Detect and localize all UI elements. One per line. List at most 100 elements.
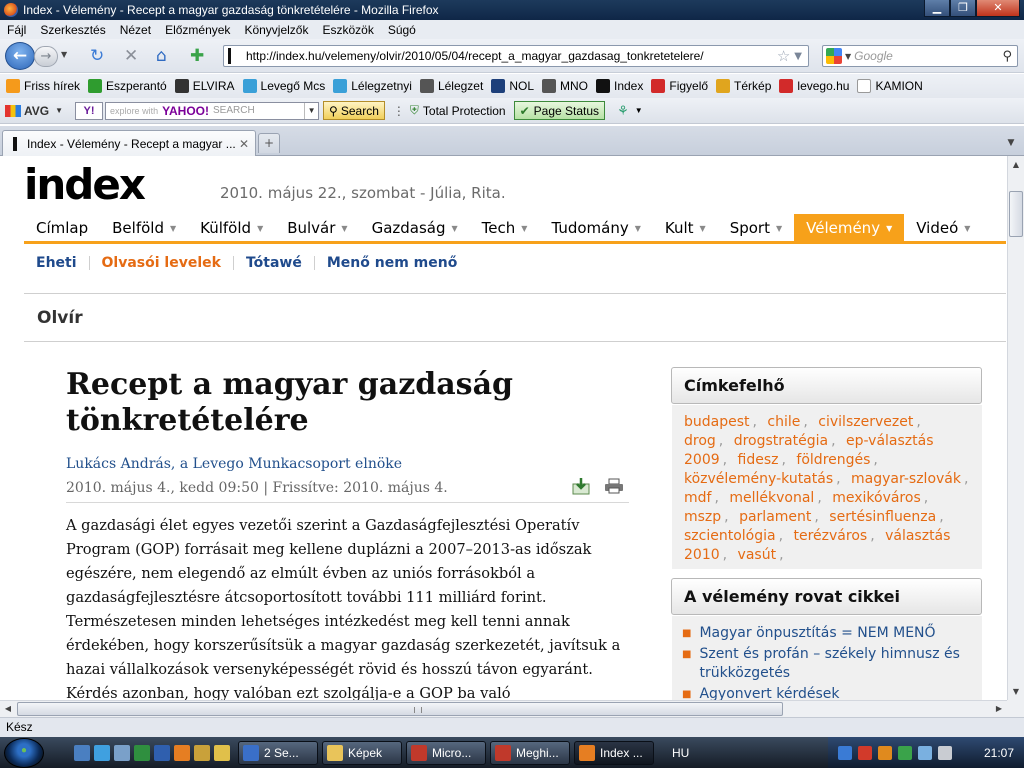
menu-file[interactable]: Fájl xyxy=(0,23,33,37)
taskbar-button[interactable]: Meghi... xyxy=(490,740,570,765)
taskbar-button[interactable]: Micro... xyxy=(406,740,486,765)
chevron-down-icon[interactable]: ▼ xyxy=(776,224,782,233)
nav-item-6[interactable]: Tudomány ▼ xyxy=(539,214,652,243)
opinion-article-item[interactable]: ■ Szent és profán – székely himnusz és tr… xyxy=(682,645,972,683)
section-rubric[interactable]: Olvír xyxy=(37,308,83,328)
tag-link[interactable]: földrengés xyxy=(796,452,870,468)
search-box[interactable]: ▼ Google ⚲ xyxy=(822,45,1018,67)
nav-item-8[interactable]: Sport ▼ xyxy=(718,214,794,243)
bookmark-item[interactable]: Index xyxy=(596,79,643,93)
chevron-down-icon[interactable]: ▼ xyxy=(700,224,706,233)
volume-icon[interactable] xyxy=(938,745,952,760)
nav-item-9[interactable]: Vélemény ▼ xyxy=(794,213,905,243)
bookmark-item[interactable]: ELVIRA xyxy=(174,79,235,93)
menu-view[interactable]: Nézet xyxy=(113,23,158,37)
language-indicator[interactable]: HU xyxy=(672,746,689,760)
reload-icon[interactable]: ↻ xyxy=(90,47,104,65)
bookmark-item[interactable]: Levegő Mcs xyxy=(242,79,325,93)
nav-item-10[interactable]: Videó ▼ xyxy=(904,214,982,243)
yahoo-button[interactable]: Y! xyxy=(75,101,104,120)
bookmark-item[interactable]: MNO xyxy=(542,79,588,93)
bookmark-item[interactable]: Figyelő xyxy=(651,79,708,93)
opinion-article-item[interactable]: ■ Magyar önpusztítás = NEM MENŐ xyxy=(682,624,972,643)
address-bar[interactable]: http://index.hu/velemeny/olvir/2010/05/0… xyxy=(223,45,809,67)
site-identity-icon[interactable] xyxy=(228,48,238,64)
bookmark-item[interactable]: levego.hu xyxy=(779,79,849,93)
tag-link[interactable]: fidesz xyxy=(738,452,779,468)
chevron-down-icon[interactable]: ▼ xyxy=(170,224,176,233)
chevron-down-icon[interactable]: ▼ xyxy=(341,224,347,233)
tag-link[interactable]: civilszervezet xyxy=(818,414,913,430)
close-button[interactable]: ✕ xyxy=(976,0,1020,17)
opinion-article-link[interactable]: Szent és profán – székely himnusz és trü… xyxy=(699,645,972,683)
avg-logo[interactable]: AVG ▼ xyxy=(5,104,63,118)
yahoo-dropdown-icon[interactable]: ▼ xyxy=(304,102,318,119)
chevron-down-icon[interactable]: ▼ xyxy=(964,224,970,233)
tag-link[interactable]: magyar-szlovák xyxy=(851,471,961,487)
nav-item-3[interactable]: Bulvár ▼ xyxy=(275,214,359,243)
clock-app-icon[interactable] xyxy=(214,744,230,761)
tab-index[interactable]: Index - Vélemény - Recept a magyar ... ✕ xyxy=(2,130,256,156)
history-dropdown-icon[interactable]: ▼ xyxy=(61,50,67,59)
tag-link[interactable]: drogstratégia xyxy=(734,433,828,449)
engine-dropdown-icon[interactable]: ▼ xyxy=(845,52,851,61)
scroll-up-icon[interactable]: ▲ xyxy=(1008,156,1024,173)
tag-link[interactable]: budapest xyxy=(684,414,750,430)
chevron-down-icon[interactable]: ▼ xyxy=(452,224,458,233)
vertical-scrollbar[interactable]: ▲ ▼ xyxy=(1007,156,1024,700)
ie-icon[interactable] xyxy=(94,744,110,761)
home-icon[interactable]: ⌂ xyxy=(156,47,167,65)
search-icon[interactable]: ⚲ xyxy=(1002,49,1012,64)
new-tab-button[interactable]: + xyxy=(258,133,280,153)
google-icon[interactable] xyxy=(826,48,842,64)
subnav-item[interactable]: Eheti xyxy=(36,255,77,271)
opinion-article-item[interactable]: ■ Agyonvert kérdések xyxy=(682,685,972,700)
nav-item-5[interactable]: Tech ▼ xyxy=(470,214,540,243)
opinion-article-link[interactable]: Magyar önpusztítás = NEM MENŐ xyxy=(699,624,935,643)
firefox-launch-icon[interactable] xyxy=(174,744,190,761)
bookmark-item[interactable]: Friss hírek xyxy=(6,79,80,93)
page-status-button[interactable]: ✔ Page Status xyxy=(513,101,606,120)
flash-icon[interactable] xyxy=(878,745,892,760)
tag-link[interactable]: drog xyxy=(684,433,716,449)
tag-link[interactable]: mszp xyxy=(684,509,721,525)
list-all-tabs-icon[interactable]: ▼ xyxy=(1002,134,1020,152)
taskbar-button[interactable]: 2 Se... xyxy=(238,740,318,765)
menu-tools[interactable]: Eszközök xyxy=(315,23,380,37)
bookmark-item[interactable]: Eszperantó xyxy=(88,79,167,93)
maximize-button[interactable]: ❐ xyxy=(950,0,976,17)
switch-windows-icon[interactable] xyxy=(114,744,130,761)
vertical-scroll-thumb[interactable] xyxy=(1009,191,1023,237)
nav-item-7[interactable]: Kult ▼ xyxy=(653,214,718,243)
nav-item-1[interactable]: Belföld ▼ xyxy=(100,214,188,243)
tag-link[interactable]: mexikóváros xyxy=(832,490,921,506)
toolbar-extra-icon[interactable]: ⚘ xyxy=(617,103,629,119)
toolbar-extra-dropdown-icon[interactable]: ▼ xyxy=(635,106,643,115)
yahoo-search-button[interactable]: ⚲ Search xyxy=(323,101,385,120)
menu-history[interactable]: Előzmények xyxy=(158,23,237,37)
nav-item-0[interactable]: Címlap xyxy=(24,214,100,243)
tag-link[interactable]: terézváros xyxy=(794,528,868,544)
chevron-down-icon[interactable]: ▼ xyxy=(521,224,527,233)
site-logo[interactable]: index xyxy=(24,164,146,206)
back-button[interactable]: ← xyxy=(5,42,35,70)
tab-close-icon[interactable]: ✕ xyxy=(239,137,249,151)
show-desktop-icon[interactable] xyxy=(74,744,90,761)
bookmark-item[interactable]: Térkép xyxy=(716,79,771,93)
opinion-article-link[interactable]: Agyonvert kérdések xyxy=(699,685,839,700)
menu-edit[interactable]: Szerkesztés xyxy=(33,23,112,37)
tag-link[interactable]: parlament xyxy=(739,509,811,525)
horizontal-scrollbar[interactable]: ◀ ▶ xyxy=(0,700,1007,717)
network-icon[interactable] xyxy=(838,745,852,760)
subnav-item[interactable]: Menő nem menő xyxy=(327,255,457,271)
share-icon[interactable] xyxy=(572,477,590,495)
word-icon[interactable] xyxy=(154,744,170,761)
subnav-item[interactable]: Tótawé xyxy=(246,255,302,271)
tab-title[interactable]: Index - Vélemény - Recept a magyar ... xyxy=(27,137,239,151)
minimize-button[interactable]: ▁ xyxy=(924,0,950,17)
tag-link[interactable]: szcientológia xyxy=(684,528,776,544)
nav-item-2[interactable]: Külföld ▼ xyxy=(188,214,275,243)
nav-item-4[interactable]: Gazdaság ▼ xyxy=(360,214,470,243)
scroll-left-icon[interactable]: ◀ xyxy=(0,701,16,717)
taskbar-button[interactable]: Képek xyxy=(322,740,402,765)
